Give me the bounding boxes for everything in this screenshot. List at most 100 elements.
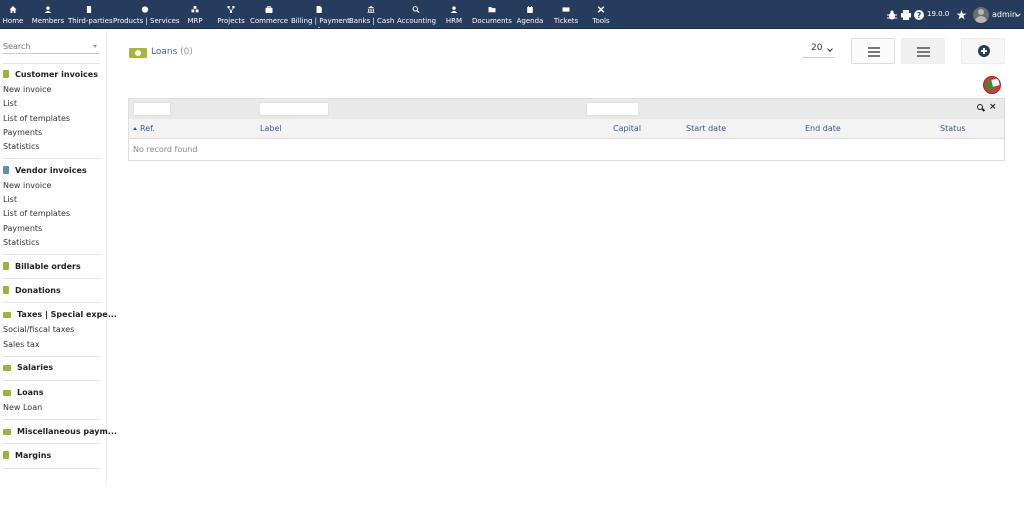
column-label[interactable]: Label	[260, 124, 282, 133]
user-icon	[44, 6, 52, 13]
sidebar-divider	[3, 158, 100, 159]
calendar-icon	[527, 6, 533, 13]
column-ref[interactable]: Ref.	[133, 124, 155, 133]
menu-third-parties[interactable]: Third-parties	[68, 0, 113, 29]
bank-icon	[367, 6, 375, 13]
avatar[interactable]	[973, 7, 989, 23]
sidebar-divider	[3, 468, 100, 469]
sidebar-divider	[3, 254, 100, 255]
sidebar-item-customer-payments[interactable]: Payments	[3, 128, 42, 137]
kanban-view-button[interactable]	[901, 38, 945, 64]
sidebar-section-billable-orders[interactable]: Billable orders	[3, 262, 81, 271]
plus-circle-icon	[978, 45, 990, 57]
sidebar-item-new-customer-invoice[interactable]: New invoice	[3, 85, 51, 94]
sidebar-item-sales-tax[interactable]: Sales tax	[3, 340, 40, 349]
sidebar-divider	[3, 278, 100, 279]
sidebar-divider	[3, 302, 100, 303]
menu-billing-payment[interactable]: Billing | Payment	[291, 0, 350, 29]
invoice-icon	[3, 166, 9, 174]
cubes-icon	[191, 6, 199, 13]
caret-down-icon[interactable]	[93, 45, 97, 48]
sidebar-item-customer-statistics[interactable]: Statistics	[3, 142, 40, 151]
menu-mrp[interactable]: MRP	[182, 0, 208, 29]
chevron-down-icon[interactable]	[1015, 12, 1021, 18]
search-icon[interactable]	[977, 104, 985, 112]
menu-projects[interactable]: Projects	[215, 0, 247, 29]
sidebar-section-customer-invoices[interactable]: Customer invoices	[3, 70, 98, 79]
filter-row: ×	[129, 99, 1004, 119]
sidebar-section-loans[interactable]: Loans	[3, 388, 43, 397]
sidebar-item-vendor-statistics[interactable]: Statistics	[3, 238, 40, 247]
sidebar-item-vendor-invoice-list[interactable]: List	[3, 195, 17, 204]
column-end-date[interactable]: End date	[805, 124, 841, 133]
menu-members[interactable]: Members	[30, 0, 66, 29]
filter-capital-input[interactable]	[586, 102, 639, 116]
menu-agenda[interactable]: Agenda	[516, 0, 544, 29]
loans-table: × Ref. Label Capital Start date End date…	[128, 98, 1005, 161]
file-invoice-icon	[316, 6, 322, 13]
sidebar-section-taxes[interactable]: Taxes | Special expe...	[3, 310, 117, 319]
record-count: (0)	[180, 47, 193, 57]
sidebar-section-margins[interactable]: Margins	[3, 451, 51, 460]
salary-icon	[3, 365, 11, 371]
sidebar-section-salaries[interactable]: Salaries	[3, 363, 53, 372]
new-loan-button[interactable]	[961, 38, 1005, 64]
loan-module-icon	[129, 48, 147, 58]
top-menu-bar: Home Members Third-parties Products | Se…	[0, 0, 1024, 29]
sidebar-section-donations[interactable]: Donations	[3, 286, 61, 295]
sidebar-item-new-vendor-invoice[interactable]: New invoice	[3, 181, 51, 190]
tax-icon	[3, 312, 11, 318]
menu-hrm[interactable]: HRM	[442, 0, 466, 29]
sidebar-item-new-loan[interactable]: New Loan	[3, 403, 42, 412]
help-icon[interactable]: ?	[914, 10, 924, 20]
invoice-icon	[3, 262, 9, 270]
left-sidebar: Customer invoices New invoice List List …	[0, 29, 117, 485]
menu-home[interactable]: Home	[0, 0, 26, 29]
kanban-icon	[917, 47, 930, 57]
page-title: Loans (0)	[151, 47, 193, 57]
page-footer	[0, 485, 1024, 513]
menu-documents[interactable]: Documents	[472, 0, 512, 29]
page-size-select[interactable]: 20	[803, 42, 835, 58]
home-icon	[9, 6, 17, 13]
folder-icon	[488, 7, 496, 13]
list-view-button[interactable]	[851, 38, 895, 64]
version-label: 19.0.0	[927, 10, 950, 18]
filter-ref-input[interactable]	[133, 102, 171, 116]
star-icon[interactable]	[956, 10, 967, 20]
column-capital[interactable]: Capital	[613, 124, 641, 133]
search-input[interactable]	[3, 42, 89, 51]
menu-products-services[interactable]: Products | Services	[113, 0, 180, 29]
menu-accounting[interactable]: Accounting	[397, 0, 436, 29]
table-row: No record found	[129, 140, 1004, 160]
sidebar-item-customer-templates[interactable]: List of templates	[3, 114, 70, 123]
menu-commerce[interactable]: Commerce	[250, 0, 288, 29]
module-logo-icon	[983, 76, 1001, 94]
cube-icon	[141, 6, 149, 13]
sidebar-item-vendor-payments[interactable]: Payments	[3, 224, 42, 233]
menu-tickets[interactable]: Tickets	[553, 0, 579, 29]
close-icon[interactable]: ×	[989, 102, 997, 112]
loan-icon	[3, 390, 11, 396]
ticket-icon	[562, 7, 570, 12]
username-label[interactable]: admin	[992, 10, 1017, 19]
payment-icon	[3, 429, 11, 435]
bug-icon[interactable]	[887, 10, 897, 20]
chevron-down-icon	[827, 46, 833, 52]
print-icon[interactable]	[901, 10, 911, 20]
sidebar-section-miscellaneous-payments[interactable]: Miscellaneous paym...	[3, 427, 117, 436]
sidebar-item-customer-invoice-list[interactable]: List	[3, 99, 17, 108]
user-tie-icon	[450, 6, 458, 13]
sidebar-divider	[3, 380, 100, 381]
sidebar-item-social-fiscal-taxes[interactable]: Social/fiscal taxes	[3, 325, 74, 334]
menu-tools[interactable]: Tools	[590, 0, 612, 29]
invoice-icon	[3, 70, 9, 78]
sidebar-section-vendor-invoices[interactable]: Vendor invoices	[3, 166, 87, 175]
column-start-date[interactable]: Start date	[686, 124, 726, 133]
sidebar-item-vendor-templates[interactable]: List of templates	[3, 209, 70, 218]
filter-label-input[interactable]	[259, 102, 329, 116]
menu-banks-cash[interactable]: Banks | Cash	[349, 0, 394, 29]
list-icon	[868, 47, 880, 57]
sidebar-search[interactable]	[3, 42, 99, 54]
column-status[interactable]: Status	[940, 124, 966, 133]
